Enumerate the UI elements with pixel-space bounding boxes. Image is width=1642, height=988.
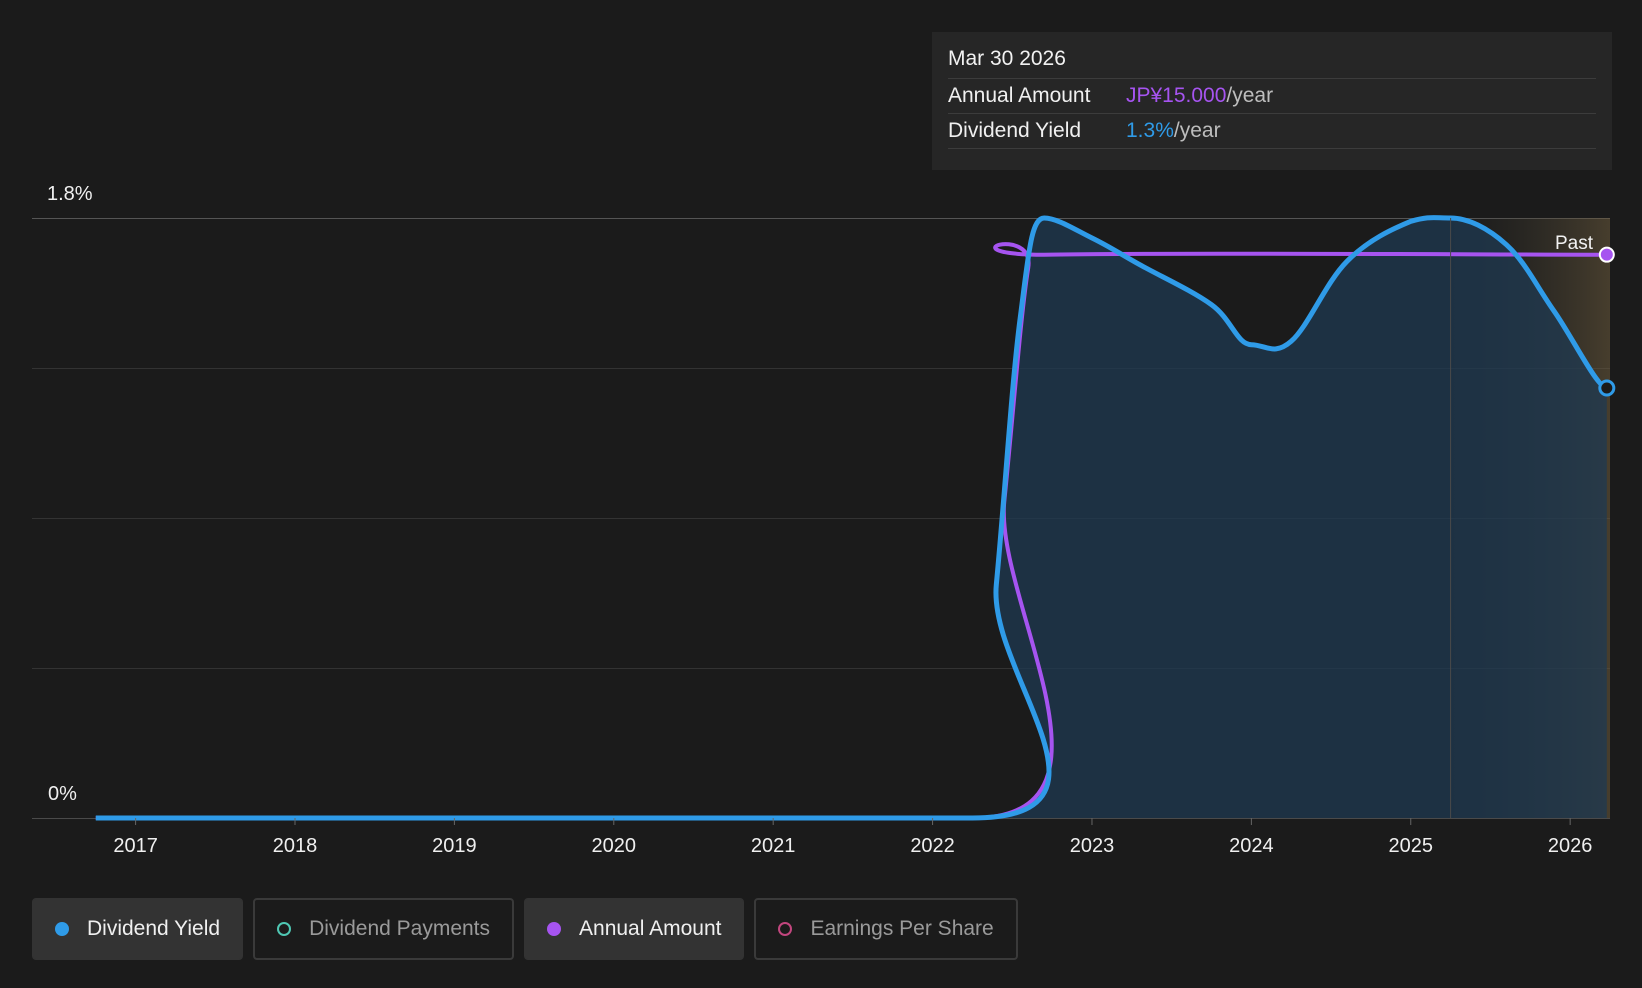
x-tick-label: 2022	[910, 835, 955, 857]
legend-label: Dividend Yield	[87, 917, 221, 940]
tooltip-row-dividend-yield: Dividend Yield 1.3%/year	[948, 114, 1596, 149]
dividend-yield-end-marker[interactable]	[1598, 379, 1616, 397]
earnings-per-share-dot-icon	[778, 922, 793, 936]
dividend-yield-dot-icon	[55, 922, 69, 936]
x-tick-label: 2026	[1548, 835, 1593, 857]
dividend-payments-dot-icon	[277, 922, 292, 936]
legend-earnings-per-share-button[interactable]: Earnings Per Share	[754, 898, 1018, 960]
tooltip-value: JP¥15.000	[1126, 84, 1227, 107]
legend-label: Earnings Per Share	[810, 917, 994, 940]
x-tick-label: 2018	[273, 835, 318, 857]
x-tick-label: 2025	[1389, 835, 1434, 857]
tooltip-label: Annual Amount	[948, 84, 1091, 107]
past-label: Past	[1555, 233, 1594, 254]
annual-amount-dot-icon	[547, 922, 562, 936]
tooltip-unit: /year	[1173, 119, 1221, 142]
legend-annual-amount-button[interactable]: Annual Amount	[524, 898, 745, 960]
legend-dividend-payments-button[interactable]: Dividend Payments	[253, 898, 515, 960]
tooltip-row-annual-amount: Annual Amount JP¥15.000/year	[948, 79, 1596, 114]
x-tick-label: 2023	[1070, 835, 1115, 857]
x-axis: 2017 2018 2019 2020 2021 2022 2023 2024 2025 2026	[113, 818, 1592, 857]
legend-label: Annual Amount	[579, 917, 722, 940]
dividend-yield-area	[95, 217, 1607, 819]
chart-tooltip: Mar 30 2026 Annual Amount JP¥15.000/year…	[932, 32, 1612, 170]
tooltip-value: 1.3%	[1126, 119, 1174, 142]
chart-legend: Dividend Yield Dividend Payments Annual …	[32, 898, 1018, 960]
legend-dividend-yield-button[interactable]: Dividend Yield	[32, 898, 244, 960]
legend-label: Dividend Payments	[309, 917, 491, 940]
x-tick-label: 2024	[1229, 835, 1274, 857]
x-tick-label: 2017	[113, 835, 158, 857]
x-tick-label: 2020	[592, 835, 637, 857]
tooltip-label: Dividend Yield	[948, 119, 1082, 142]
y-axis-min-label: 0%	[48, 783, 77, 805]
x-tick-label: 2021	[751, 835, 796, 857]
annual-amount-end-marker[interactable]	[1598, 246, 1615, 263]
tooltip-date: Mar 30 2026	[948, 44, 1596, 79]
tooltip-unit: /year	[1226, 84, 1274, 107]
x-tick-label: 2019	[432, 835, 477, 857]
y-axis-max-label: 1.8%	[47, 183, 93, 205]
